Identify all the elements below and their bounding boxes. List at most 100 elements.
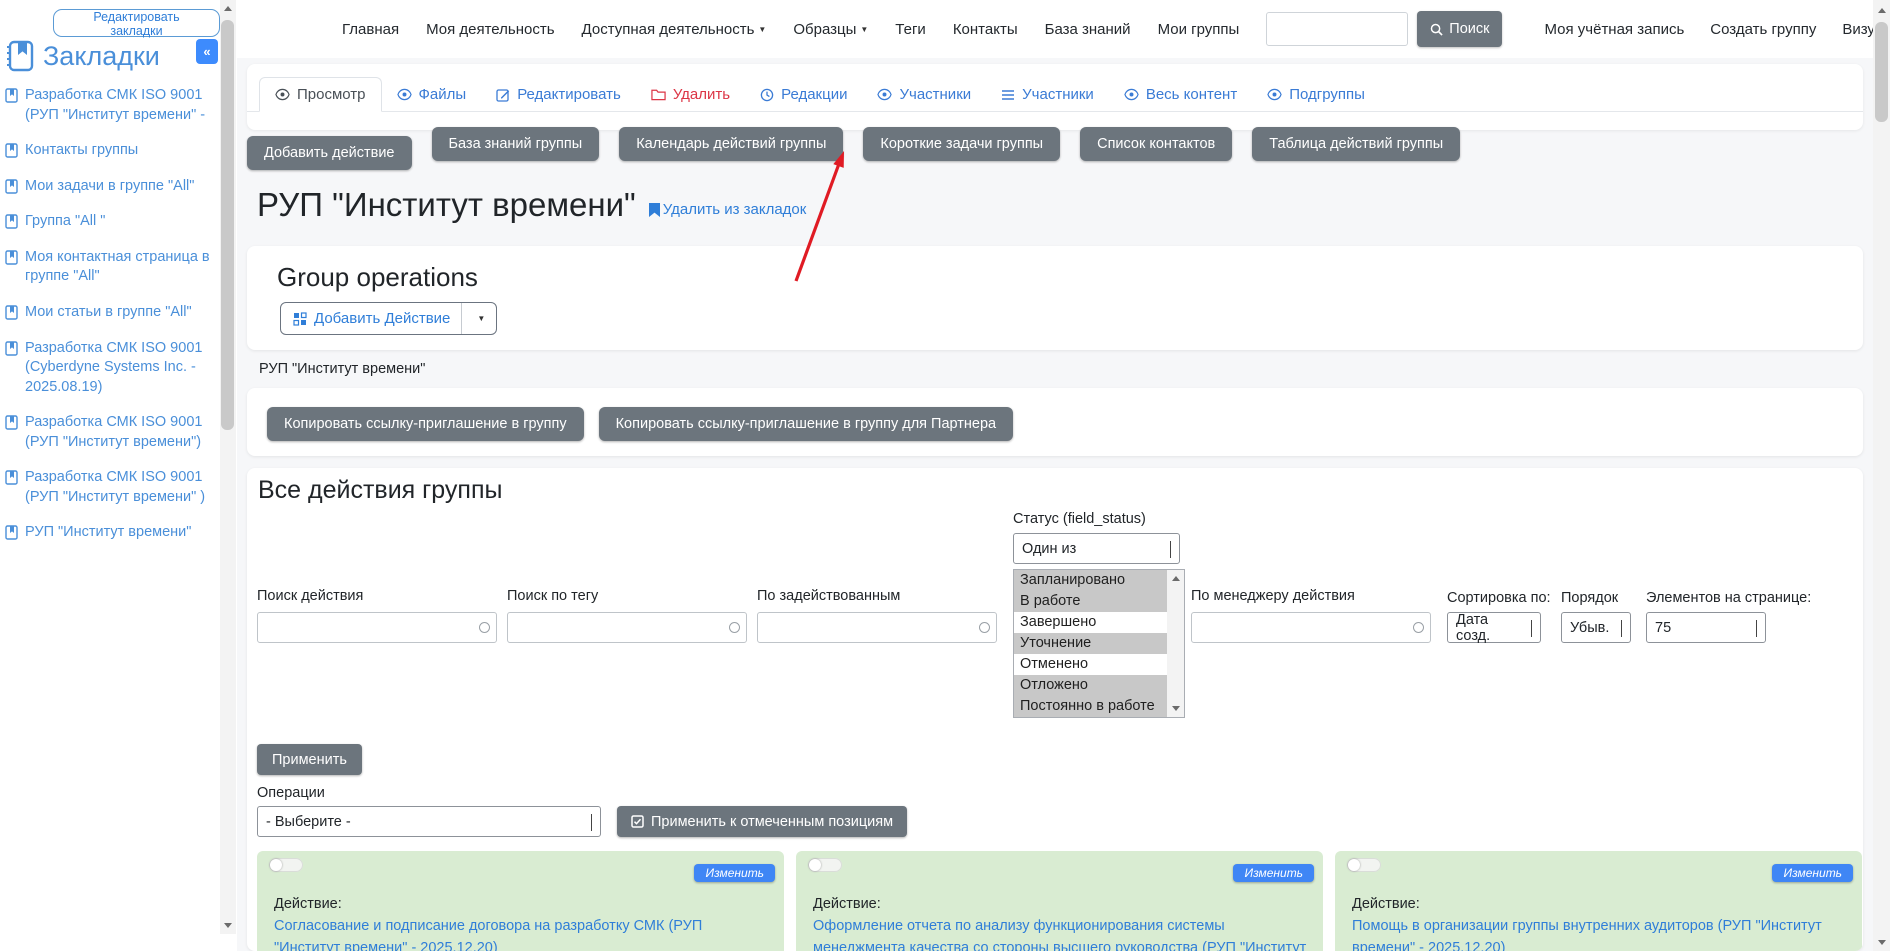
input-clear-icon[interactable] — [979, 622, 990, 633]
nav-my-account[interactable]: Моя учётная запись — [1544, 21, 1684, 38]
title-row: РУП "Институт времени" Удалить из заклад… — [257, 186, 806, 224]
card-toggle[interactable] — [1347, 858, 1381, 872]
copy-invite-link-button[interactable]: Копировать ссылку-приглашение в группу — [267, 407, 584, 441]
action-link[interactable]: Оформление отчета по анализу функциониро… — [813, 916, 1307, 951]
per-page-select[interactable]: 75 — [1646, 612, 1766, 643]
input-clear-icon[interactable] — [729, 622, 740, 633]
group-actions-table-button[interactable]: Таблица действий группы — [1252, 127, 1460, 161]
nav-knowledge-base[interactable]: База знаний — [1045, 21, 1131, 38]
bookmark-item[interactable]: Разработка СМК ISO 9001 (Cyberdyne Syste… — [5, 339, 210, 398]
status-option[interactable]: Запланировано — [1014, 570, 1184, 591]
action-link[interactable]: Помощь в организации группы внутренних а… — [1352, 916, 1846, 951]
bookmark-item[interactable]: Разработка СМК ISO 9001 (РУП "Институт в… — [5, 86, 210, 125]
tab-revisions[interactable]: Редакции — [745, 78, 862, 111]
chevron-down-icon: ▼ — [477, 314, 485, 323]
chevron-down-icon — [1748, 620, 1757, 636]
scroll-up-arrow[interactable] — [219, 0, 236, 17]
bookmark-icon — [5, 415, 18, 430]
scroll-down-arrow[interactable] — [219, 917, 236, 934]
nav-my-activity[interactable]: Моя деятельность — [426, 21, 554, 38]
tab-files[interactable]: Файлы — [382, 78, 482, 111]
bookmark-item[interactable]: Группа "All " — [5, 212, 210, 232]
search-input[interactable] — [1266, 12, 1408, 46]
card-toggle[interactable] — [808, 858, 842, 872]
operations-select[interactable]: - Выберите - — [257, 806, 601, 837]
tab-members-list[interactable]: Участники — [986, 78, 1109, 111]
nav-samples[interactable]: Образцы▼ — [793, 21, 868, 38]
by-manager-input[interactable] — [1191, 612, 1431, 643]
sidebar-vertical-scrollbar[interactable] — [219, 0, 236, 934]
by-involved-input[interactable] — [757, 612, 997, 643]
split-button-caret[interactable]: ▼ — [461, 303, 496, 334]
search-action-input[interactable] — [257, 612, 497, 643]
group-calendar-button[interactable]: Календарь действий группы — [619, 127, 843, 161]
edit-badge[interactable]: Изменить — [1233, 864, 1314, 882]
bookmark-item[interactable]: Контакты группы — [5, 141, 210, 161]
scroll-up-arrow[interactable] — [1873, 2, 1890, 19]
bookmark-item-label: Группа "All " — [25, 212, 105, 232]
sidebar-collapse-button[interactable]: « — [196, 39, 218, 64]
bookmark-item[interactable]: Мои статьи в группе "All" — [5, 303, 210, 323]
nav-tags[interactable]: Теги — [895, 21, 926, 38]
apply-to-selected-button[interactable]: Применить к отмеченным позициям — [617, 806, 907, 837]
edit-badge[interactable]: Изменить — [694, 864, 775, 882]
bookmark-item[interactable]: Разработка СМК ISO 9001 (РУП "Институт в… — [5, 413, 210, 452]
apply-button[interactable]: Применить — [257, 744, 362, 775]
scrollbar-thumb[interactable] — [1875, 22, 1888, 122]
status-option[interactable]: Отложено — [1014, 675, 1184, 696]
multiselect-scrollbar[interactable] — [1167, 570, 1184, 717]
scroll-down-arrow[interactable] — [1167, 700, 1184, 717]
action-link[interactable]: Согласование и подписание договора на ра… — [274, 916, 768, 951]
status-option[interactable]: Завершено — [1014, 612, 1184, 633]
tab-delete[interactable]: Удалить — [636, 78, 745, 111]
status-mode-select[interactable]: Один из — [1013, 533, 1180, 564]
tab-edit[interactable]: Редактировать — [481, 78, 636, 111]
search-button[interactable]: Поиск — [1417, 11, 1502, 47]
scroll-down-arrow[interactable] — [1873, 934, 1890, 951]
copy-partner-invite-link-button[interactable]: Копировать ссылку-приглашение в группу д… — [599, 407, 1014, 441]
eye-icon — [275, 88, 290, 101]
order-select[interactable]: Убыв. — [1561, 612, 1631, 643]
nav-contacts[interactable]: Контакты — [953, 21, 1018, 38]
tab-members[interactable]: Участники — [862, 78, 986, 111]
status-option[interactable]: Отменено — [1014, 654, 1184, 675]
search-tag-input[interactable] — [507, 612, 747, 643]
group-short-tasks-button[interactable]: Короткие задачи группы — [863, 127, 1060, 161]
bookmark-item[interactable]: Мои задачи в группе "All" — [5, 177, 210, 197]
nav-available-activity[interactable]: Доступная деятельность▼ — [582, 21, 767, 38]
sort-by-value: Дата созд. — [1456, 612, 1523, 644]
card-toggle[interactable] — [269, 858, 303, 872]
bookmark-icon — [5, 214, 18, 229]
bookmark-item[interactable]: Разработка СМК ISO 9001 (РУП "Институт в… — [5, 468, 210, 507]
bookmark-item[interactable]: Моя контактная страница в группе "All" — [5, 248, 210, 287]
navbar-right: Моя учётная запись Создать группу Визуал… — [1518, 21, 1890, 38]
add-action-quick-button[interactable]: Добавить действие — [247, 136, 412, 170]
nav-my-groups[interactable]: Мои группы — [1158, 21, 1240, 38]
sort-by-select[interactable]: Дата созд. — [1447, 612, 1541, 643]
tab-all-content[interactable]: Весь контент — [1109, 78, 1252, 111]
status-option[interactable]: В работе — [1014, 591, 1184, 612]
by-involved-label: По задействованным — [757, 588, 900, 604]
status-multiselect[interactable]: Запланировано В работе Завершено Уточнен… — [1013, 569, 1185, 718]
main-vertical-scrollbar[interactable] — [1873, 0, 1890, 951]
edit-badge[interactable]: Изменить — [1772, 864, 1853, 882]
scroll-up-arrow[interactable] — [1167, 570, 1184, 587]
add-action-split-button[interactable]: Добавить Действие ▼ — [280, 302, 497, 335]
tab-subgroups[interactable]: Подгруппы — [1252, 78, 1380, 111]
input-clear-icon[interactable] — [1413, 622, 1424, 633]
edit-bookmarks-button[interactable]: Редактировать закладки — [53, 9, 220, 37]
input-clear-icon[interactable] — [479, 622, 490, 633]
nav-home[interactable]: Главная — [342, 21, 399, 38]
contact-list-button[interactable]: Список контактов — [1080, 127, 1232, 161]
bookmark-item-label: Контакты группы — [25, 141, 138, 161]
scrollbar-thumb[interactable] — [221, 20, 234, 430]
chevron-down-icon — [583, 814, 592, 830]
status-option[interactable]: Уточнение — [1014, 633, 1184, 654]
group-knowledge-base-button[interactable]: База знаний группы — [432, 127, 600, 161]
tab-view[interactable]: Просмотр — [259, 77, 382, 112]
nav-create-group[interactable]: Создать группу — [1710, 21, 1816, 38]
status-option[interactable]: Постоянно в работе — [1014, 696, 1184, 717]
bookmark-item[interactable]: РУП "Институт времени" — [5, 523, 210, 543]
remove-from-bookmarks-link[interactable]: Удалить из закладок — [649, 201, 807, 218]
bookmark-icon — [5, 88, 18, 103]
